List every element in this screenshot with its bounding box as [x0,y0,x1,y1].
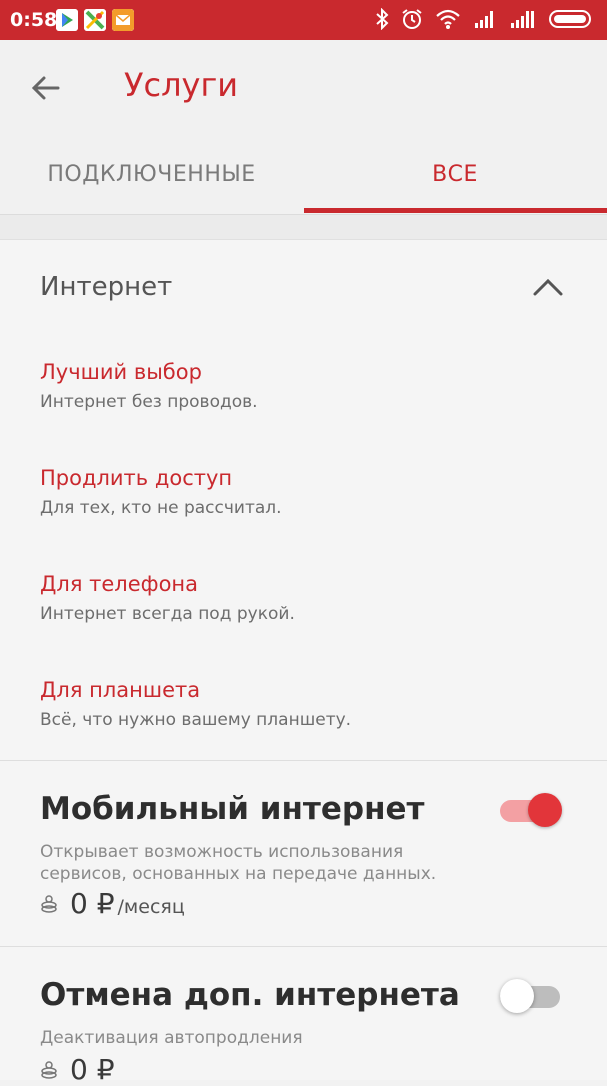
chevron-up-icon[interactable] [532,276,564,298]
status-time: 0:58 [10,9,58,31]
play-store-icon [56,9,78,31]
toggle-switch-on[interactable] [500,793,564,827]
active-tab-indicator [304,208,607,213]
item-title: Для планшета [40,678,201,702]
price-value: 0 ₽ [70,1053,115,1086]
internet-section: Интернет Лучший выбор Интернет без прово… [0,240,607,760]
signal-icon [475,11,493,28]
toggle-thumb [528,793,562,827]
list-item-for-phone[interactable]: Для телефона Интернет всегда под рукой. [40,572,295,624]
toggle-switch-off[interactable] [500,979,564,1013]
status-bar: 0:58 [0,0,607,40]
item-title: Лучший выбор [40,360,202,384]
tab-bar: ПОДКЛЮЧЕННЫЕ ВСЕ [0,134,607,215]
mail-icon [112,9,134,31]
list-item-for-tablet[interactable]: Для планшета Всё, что нужно вашему планш… [40,678,351,730]
item-subtitle: Интернет всегда под рукой. [40,604,295,624]
service-title: Отмена доп. интернета [40,977,460,1013]
item-subtitle: Интернет без проводов. [40,392,258,412]
toggle-thumb [500,979,534,1013]
item-title: Продлить доступ [40,466,233,490]
maps-icon [84,9,106,31]
price-unit: /месяц [117,896,185,918]
tab-connected[interactable]: ПОДКЛЮЧЕННЫЕ [0,134,303,214]
service-price: 0 ₽ /месяц [40,887,185,920]
battery-icon [549,10,591,28]
service-description: Деактивация автопродления [40,1028,303,1048]
service-price: 0 ₽ [40,1053,115,1086]
list-item-best-choice[interactable]: Лучший выбор Интернет без проводов. [40,360,258,412]
service-title: Мобильный интернет [40,791,425,827]
bluetooth-icon [376,8,389,30]
app-bar: Услуги [0,40,607,134]
item-subtitle: Всё, что нужно вашему планшету. [40,710,352,730]
section-spacer [0,215,607,240]
wifi-icon [436,9,460,29]
item-subtitle: Для тех, кто не рассчитал. [40,498,282,518]
tab-all[interactable]: ВСЕ [303,134,607,214]
price-value: 0 ₽ [70,887,115,920]
coins-icon [41,1061,57,1079]
section-title[interactable]: Интернет [40,272,172,302]
list-item-extend-access[interactable]: Продлить доступ Для тех, кто не рассчита… [40,466,282,518]
alarm-icon [402,9,422,29]
service-card-cancel-extra-internet[interactable]: Отмена доп. интернета Деактивация автопр… [0,947,607,1086]
service-description: Открывает возможность использования серв… [40,842,437,884]
back-arrow-icon[interactable] [26,70,66,106]
service-card-mobile-internet[interactable]: Мобильный интернет Открывает возможность… [0,761,607,946]
coins-icon [41,895,57,913]
signal-icon [511,11,534,28]
item-title: Для телефона [40,572,199,596]
page-title: Услуги [124,66,239,104]
